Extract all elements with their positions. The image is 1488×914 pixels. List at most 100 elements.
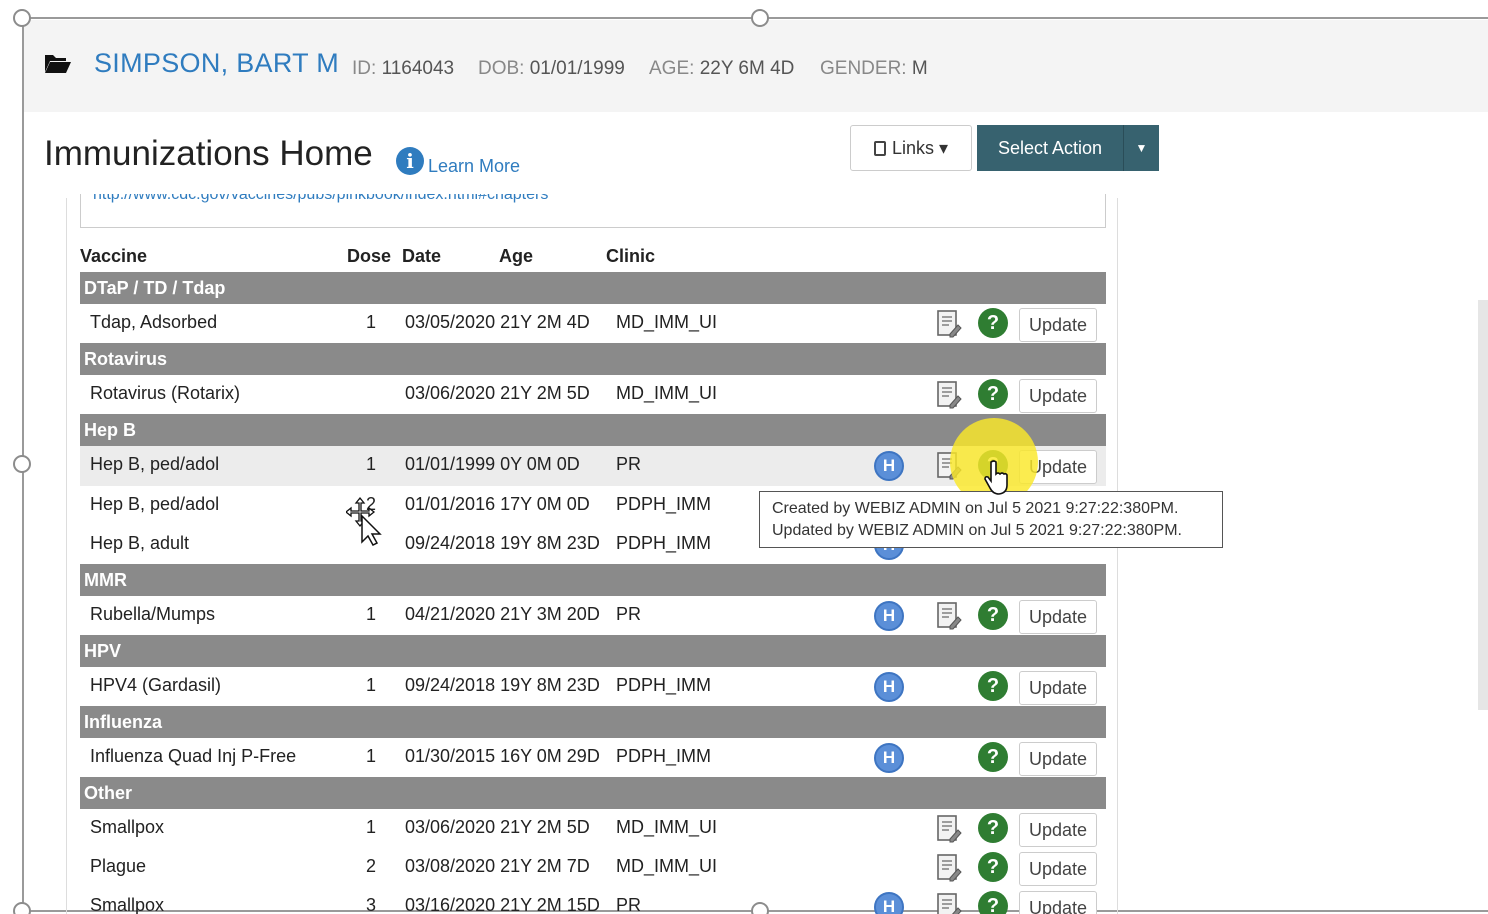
table-row[interactable]: Rotavirus (Rotarix) 03/06/2020 21Y 2M 5D M… [80,375,1106,415]
update-button[interactable]: Update [1019,891,1097,914]
clinic-name: MD_IMM_UI [616,856,718,876]
clinic-name: PR [616,895,642,914]
edit-note-icon[interactable] [936,892,962,914]
dose-number: 2 [366,856,377,876]
vaccine-group-header: MMR [80,564,1106,596]
help-icon[interactable]: ? [978,308,1008,338]
clinic-name: PDPH_IMM [616,533,712,553]
dose-number: 3 [366,895,377,914]
document-icon [873,141,886,156]
info-icon[interactable]: i [396,147,424,175]
dose-number: 1 [366,746,377,766]
vaccine-group-header: Hep B [80,414,1106,446]
table-row[interactable]: Smallpox 3 03/16/2020 21Y 2M 15D PR H? Update [80,887,1106,914]
patient-banner: SIMPSON, BART M ID: 1164043 DOB: 01/01/1… [24,20,1488,112]
resize-handle-middle-left[interactable] [13,455,31,473]
tooltip-updated: Updated by WEBIZ ADMIN on Jul 5 2021 9:2… [772,522,1182,539]
tooltip-created: Created by WEBIZ ADMIN on Jul 5 2021 9:2… [772,500,1179,517]
date-and-age: 03/06/2020 21Y 2M 5D [405,383,590,403]
date-and-age: 03/05/2020 21Y 2M 4D [405,312,590,332]
vaccine-group-header: DTaP / TD / Tdap [80,272,1106,304]
table-row[interactable]: Influenza Quad Inj P-Free 1 01/30/2015 16Y… [80,738,1106,778]
table-row[interactable]: Rubella/Mumps 1 04/21/2020 21Y 3M 20D PR H? U… [80,596,1106,636]
update-button[interactable]: Update [1019,852,1097,886]
scrollbar-thumb[interactable] [1478,300,1488,710]
edit-note-icon[interactable] [936,853,962,883]
table-row[interactable]: Smallpox 1 03/06/2020 21Y 2M 5D MD_IMM_UI? U… [80,809,1106,849]
help-icon[interactable]: ? [978,742,1008,772]
edit-note-icon[interactable] [936,380,962,410]
cdc-link-box: http://www.cdc.gov/vaccines/pubs/pinkboo… [80,194,1106,228]
resize-handle-bottom-left[interactable] [13,902,31,914]
vaccine-name: Hep B, adult [90,533,190,553]
vaccine-name: Rotavirus (Rotarix) [90,383,241,403]
history-icon[interactable]: H [874,601,904,631]
edit-note-icon[interactable] [936,309,962,339]
audit-tooltip: Created by WEBIZ ADMIN on Jul 5 2021 9:2… [759,491,1223,548]
clinic-name: MD_IMM_UI [616,383,718,403]
help-icon[interactable]: ? [978,671,1008,701]
table-row[interactable]: HPV4 (Gardasil) 1 09/24/2018 19Y 8M 23D PDP… [80,667,1106,707]
dose-number: 1 [366,454,377,474]
cdc-pinkbook-link[interactable]: http://www.cdc.gov/vaccines/pubs/pinkboo… [93,194,548,204]
edit-note-icon[interactable] [936,814,962,844]
select-action-dropdown-toggle[interactable]: ▼ [1123,125,1159,171]
table-row[interactable]: Tdap, Adsorbed 1 03/05/2020 21Y 2M 4D MD_IM… [80,304,1106,344]
vaccine-name: Plague [90,856,147,876]
edit-note-icon[interactable] [936,601,962,631]
date-and-age: 09/24/2018 19Y 8M 23D [405,675,600,695]
resize-handle-bottom-center[interactable] [751,902,769,914]
patient-dob: DOB: 01/01/1999 [478,58,625,79]
date-and-age: 01/01/1999 0Y 0M 0D [405,454,580,474]
links-button[interactable]: Links ▾ [850,125,972,171]
table-row[interactable]: Plague 2 03/08/2020 21Y 2M 7D MD_IMM_UI? Upd… [80,848,1106,888]
history-icon[interactable]: H [874,672,904,702]
vaccine-name: HPV4 (Gardasil) [90,675,222,695]
update-button[interactable]: Update [1019,308,1097,342]
column-header-age: Age [499,246,534,266]
history-icon[interactable]: H [874,892,904,914]
help-icon[interactable]: ? [978,600,1008,630]
help-icon[interactable]: ? [978,379,1008,409]
vaccine-group-header: Rotavirus [80,343,1106,375]
help-icon[interactable]: ? [978,891,1008,914]
dose-number: 1 [366,604,377,624]
patient-age: AGE: 22Y 6M 4D [649,58,795,79]
caret-down-icon: ▾ [939,138,949,158]
patient-gender: GENDER: M [820,58,928,79]
help-icon[interactable]: ? [978,852,1008,882]
date-and-age: 01/01/2016 17Y 0M 0D [405,494,590,514]
column-header-clinic: Clinic [606,246,656,266]
history-icon[interactable]: H [874,743,904,773]
vaccine-group-header: Other [80,777,1106,809]
links-label: Links [891,138,934,158]
clinic-name: PR [616,454,642,474]
update-button[interactable]: Update [1019,600,1097,634]
screen: SIMPSON, BART M ID: 1164043 DOB: 01/01/1… [0,0,1488,914]
resize-handle-top-center[interactable] [751,9,769,27]
page-title: Immunizations Home [44,134,373,173]
patient-name[interactable]: SIMPSON, BART M [94,48,339,79]
column-header-dose: Dose [347,246,392,266]
vaccine-name: Tdap, Adsorbed [90,312,218,332]
date-and-age: 03/16/2020 21Y 2M 15D [405,895,600,914]
clinic-name: MD_IMM_UI [616,312,718,332]
date-and-age: 04/21/2020 21Y 3M 20D [405,604,600,624]
date-and-age: 09/24/2018 19Y 8M 23D [405,533,600,553]
select-action-button[interactable]: Select Action [977,125,1123,171]
resize-handle-top-left[interactable] [13,9,31,27]
clinic-name: PDPH_IMM [616,494,712,514]
update-button[interactable]: Update [1019,813,1097,847]
update-button[interactable]: Update [1019,742,1097,776]
date-and-age: 03/08/2020 21Y 2M 7D [405,856,590,876]
learn-more-link[interactable]: Learn More [428,156,520,177]
history-icon[interactable]: H [874,451,904,481]
vaccine-name: Rubella/Mumps [90,604,216,624]
update-button[interactable]: Update [1019,379,1097,413]
clinic-name: PDPH_IMM [616,746,712,766]
column-header-date: Date [402,246,442,266]
vaccine-name: Smallpox [90,895,165,914]
vaccine-group-header: Influenza [80,706,1106,738]
update-button[interactable]: Update [1019,671,1097,705]
help-icon[interactable]: ? [978,813,1008,843]
